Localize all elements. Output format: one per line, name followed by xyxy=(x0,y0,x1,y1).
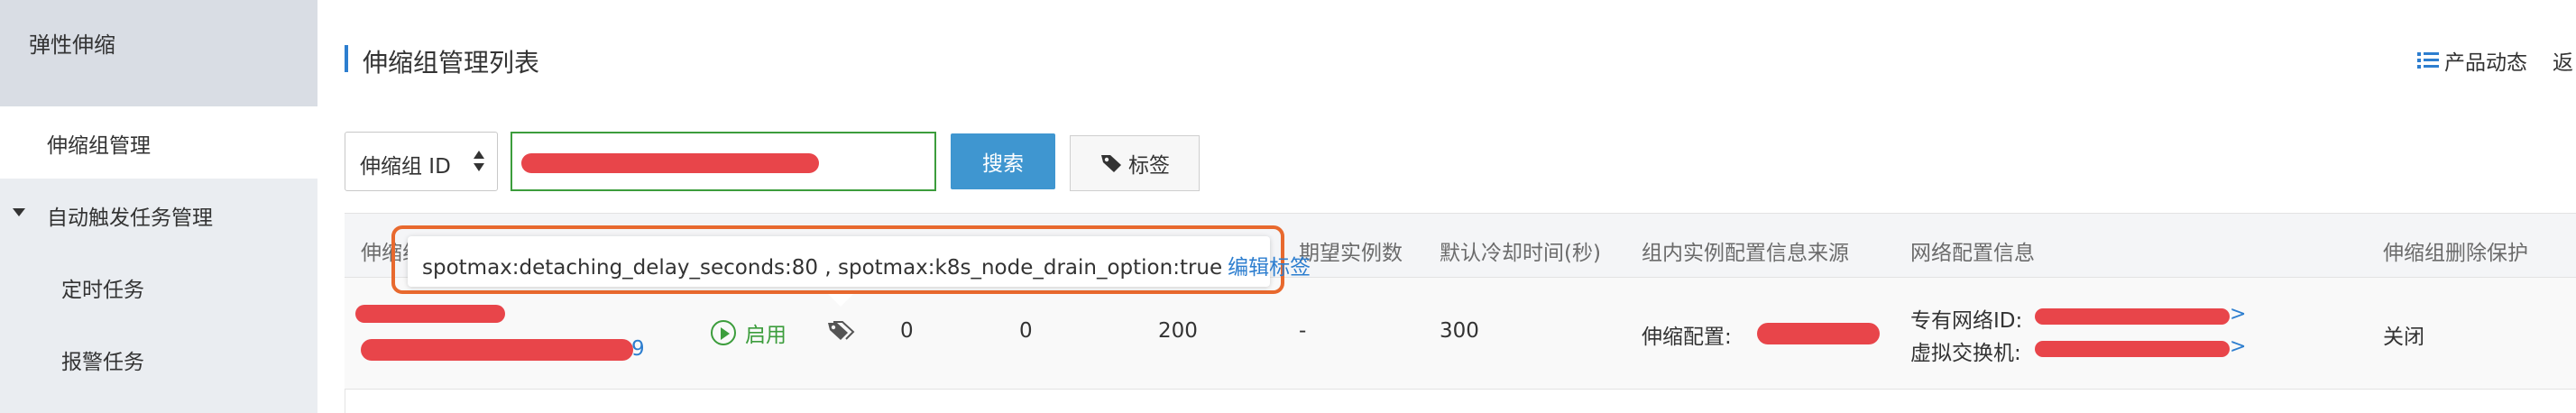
sidebar-item-label: 报警任务 xyxy=(61,351,144,374)
play-circle-icon xyxy=(711,320,736,345)
cell-vswitch-label: 虚拟交换机: xyxy=(1910,342,2021,365)
sidebar: 弹性伸缩 伸缩组管理 自动触发任务管理 定时任务 报警任务 xyxy=(0,0,317,413)
column-header-deletion-protection: 伸缩组删除保护 xyxy=(2383,242,2528,265)
caret-down-icon xyxy=(13,208,25,216)
tag-filter-button[interactable]: 标签 xyxy=(1070,135,1200,191)
tags-tooltip: spotmax:detaching_delay_seconds:80 , spo… xyxy=(408,236,1311,287)
sidebar-item-scaling-group[interactable]: 伸缩组管理 xyxy=(0,106,317,179)
tag-button-label: 标签 xyxy=(1128,154,1170,178)
sidebar-item-alarm-task[interactable]: 报警任务 xyxy=(0,323,317,395)
table-row: 9 0 0 200 - 300 伸缩配置: 专有网络ID: > 虚拟交换机: >… xyxy=(345,278,2576,390)
redacted-search-value xyxy=(521,153,819,173)
filter-type-value: 伸缩组 ID xyxy=(360,155,451,179)
column-header-desired: 期望实例数 xyxy=(1299,242,1403,265)
column-header-config-source: 组内实例配置信息来源 xyxy=(1642,242,1849,265)
group-id-link-tail[interactable]: 9 xyxy=(631,337,645,361)
cell-value-b: 0 xyxy=(1019,319,1033,343)
tag-icon[interactable] xyxy=(826,319,855,343)
redacted-config-source xyxy=(1757,323,1880,344)
cell-config-source-label: 伸缩配置: xyxy=(1642,326,1732,349)
tooltip-tags-text: spotmax:detaching_delay_seconds:80 , spo… xyxy=(422,256,1223,280)
title-accent-bar xyxy=(345,45,348,72)
sidebar-header[interactable]: 弹性伸缩 xyxy=(0,0,317,106)
cell-vpc-label: 专有网络ID: xyxy=(1910,309,2023,333)
status-enabled: 启用 xyxy=(711,317,787,348)
sidebar-item-scheduled-task[interactable]: 定时任务 xyxy=(0,251,317,323)
tag-icon xyxy=(1101,155,1121,172)
back-link[interactable]: 返 xyxy=(2553,45,2573,76)
cell-value-a: 0 xyxy=(900,319,914,343)
edit-tags-link[interactable]: 编辑标签 xyxy=(1228,256,1311,280)
cell-desired: - xyxy=(1299,319,1307,343)
search-input[interactable] xyxy=(511,132,936,191)
status-label: 启用 xyxy=(745,324,787,347)
redacted-group-name xyxy=(355,305,505,323)
tooltip-content: spotmax:detaching_delay_seconds:80 , spo… xyxy=(422,250,1311,280)
cell-cooldown: 300 xyxy=(1440,319,1479,343)
sidebar-item-auto-trigger[interactable]: 自动触发任务管理 xyxy=(0,179,317,251)
column-header-network: 网络配置信息 xyxy=(1910,242,2035,265)
column-header-cooldown: 默认冷却时间(秒) xyxy=(1440,242,1601,265)
sort-arrows-icon xyxy=(474,151,484,174)
sidebar-item-label: 自动触发任务管理 xyxy=(47,206,213,230)
search-button[interactable]: 搜索 xyxy=(951,133,1055,189)
sidebar-item-label: 定时任务 xyxy=(61,279,144,302)
filter-type-select[interactable]: 伸缩组 ID xyxy=(345,132,498,191)
list-icon xyxy=(2417,51,2439,69)
vpc-link-chevron-icon[interactable]: > xyxy=(2230,303,2246,326)
page-title: 伸缩组管理列表 xyxy=(363,48,540,78)
sidebar-item-label: 伸缩组管理 xyxy=(47,134,151,158)
cell-value-c: 200 xyxy=(1158,319,1198,343)
product-news-label: 产品动态 xyxy=(2444,51,2527,75)
tooltip-arrow xyxy=(828,294,853,307)
redacted-vpc-id xyxy=(2035,308,2230,325)
vswitch-link-chevron-icon[interactable]: > xyxy=(2230,335,2246,358)
cell-deletion-protection: 关闭 xyxy=(2383,326,2424,349)
product-news-link[interactable]: 产品动态 xyxy=(2417,45,2527,76)
sidebar-title: 弹性伸缩 xyxy=(29,32,115,58)
redacted-group-id xyxy=(361,339,633,361)
redacted-vswitch-id xyxy=(2035,341,2230,357)
